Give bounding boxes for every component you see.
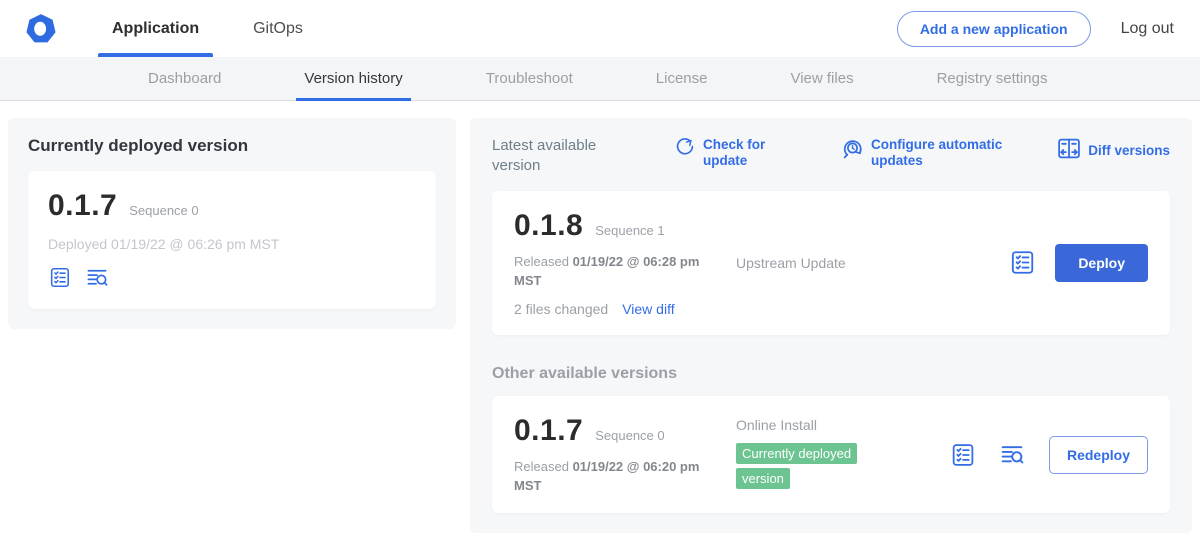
- deploy-logs-icon[interactable]: [999, 442, 1025, 467]
- other-version-card: 0.1.7 Sequence 0 Released 01/19/22 @ 06:…: [492, 396, 1170, 514]
- deployed-version-number: 0.1.7: [48, 189, 117, 223]
- subnav-registry-settings[interactable]: Registry settings: [929, 57, 1056, 100]
- diff-versions-link[interactable]: Diff versions: [1056, 136, 1170, 165]
- top-tabs: Application GitOps: [98, 0, 317, 57]
- other-source-label: Online Install: [736, 417, 911, 433]
- latest-released-timestamp: Released 01/19/22 @ 06:28 pm MST: [514, 253, 714, 291]
- topnav-right: Add a new application Log out: [897, 0, 1174, 57]
- latest-version-number: 0.1.8: [514, 209, 583, 243]
- configure-automatic-updates-link[interactable]: Configure automatic updates: [840, 136, 1008, 169]
- currently-deployed-badge: Currently deployed version: [736, 443, 857, 489]
- subnav-license-label: License: [656, 70, 708, 87]
- redeploy-button[interactable]: Redeploy: [1049, 436, 1148, 474]
- deployed-version-card: 0.1.7 Sequence 0 Deployed 01/19/22 @ 06:…: [28, 171, 436, 309]
- currently-deployed-panel: Currently deployed version 0.1.7 Sequenc…: [8, 118, 456, 329]
- auto-update-icon: [840, 136, 864, 164]
- subnav-troubleshoot-label: Troubleshoot: [486, 70, 573, 87]
- files-changed-label: 2 files changed: [514, 301, 608, 317]
- deploy-logs-icon[interactable]: [85, 266, 109, 289]
- tab-gitops-label: GitOps: [253, 20, 303, 38]
- subnav-registry-settings-label: Registry settings: [937, 70, 1048, 87]
- deployed-sequence: Sequence 0: [129, 203, 198, 218]
- deployed-timestamp: Deployed 01/19/22 @ 06:26 pm MST: [48, 236, 416, 252]
- app-logo-icon[interactable]: [24, 11, 60, 47]
- view-diff-link[interactable]: View diff: [622, 301, 674, 317]
- tab-application-label: Application: [112, 20, 199, 38]
- diff-icon: [1056, 136, 1081, 165]
- subnav-dashboard[interactable]: Dashboard: [140, 57, 229, 100]
- deploy-button[interactable]: Deploy: [1055, 244, 1148, 282]
- subnav-view-files[interactable]: View files: [782, 57, 861, 100]
- check-for-update-link[interactable]: Check for update: [674, 136, 784, 169]
- latest-source-label: Upstream Update: [736, 255, 911, 271]
- tab-gitops[interactable]: GitOps: [239, 0, 317, 57]
- add-application-button[interactable]: Add a new application: [897, 11, 1091, 47]
- preflight-checks-icon[interactable]: [48, 266, 71, 289]
- subnav-dashboard-label: Dashboard: [148, 70, 221, 87]
- subnav-version-history[interactable]: Version history: [296, 57, 410, 100]
- subnav-license[interactable]: License: [648, 57, 716, 100]
- subnav-view-files-label: View files: [790, 70, 853, 87]
- available-versions-panel: Latest available version Check for updat…: [470, 118, 1192, 533]
- top-nav: Application GitOps Add a new application…: [0, 0, 1200, 57]
- latest-available-title: Latest available version: [492, 136, 624, 175]
- main-content: Currently deployed version 0.1.7 Sequenc…: [0, 101, 1200, 533]
- logout-link[interactable]: Log out: [1121, 20, 1174, 38]
- refresh-icon: [674, 136, 696, 162]
- other-versions-title: Other available versions: [492, 365, 1170, 383]
- preflight-checks-icon[interactable]: [1009, 249, 1035, 276]
- subnav-version-history-label: Version history: [304, 70, 402, 87]
- check-for-update-label: Check for update: [703, 136, 784, 169]
- other-sequence: Sequence 0: [595, 428, 664, 443]
- diff-versions-label: Diff versions: [1088, 142, 1170, 159]
- subnav-troubleshoot[interactable]: Troubleshoot: [478, 57, 581, 100]
- tab-application[interactable]: Application: [98, 0, 213, 57]
- currently-deployed-title: Currently deployed version: [28, 136, 436, 156]
- preflight-checks-icon[interactable]: [950, 442, 975, 468]
- latest-version-card: 0.1.8 Sequence 1 Released 01/19/22 @ 06:…: [492, 191, 1170, 335]
- latest-sequence: Sequence 1: [595, 223, 664, 238]
- app-sub-nav: Dashboard Version history Troubleshoot L…: [0, 57, 1200, 101]
- other-released-timestamp: Released 01/19/22 @ 06:20 pm MST: [514, 458, 714, 496]
- other-version-number: 0.1.7: [514, 414, 583, 448]
- configure-automatic-updates-label: Configure automatic updates: [871, 136, 1008, 169]
